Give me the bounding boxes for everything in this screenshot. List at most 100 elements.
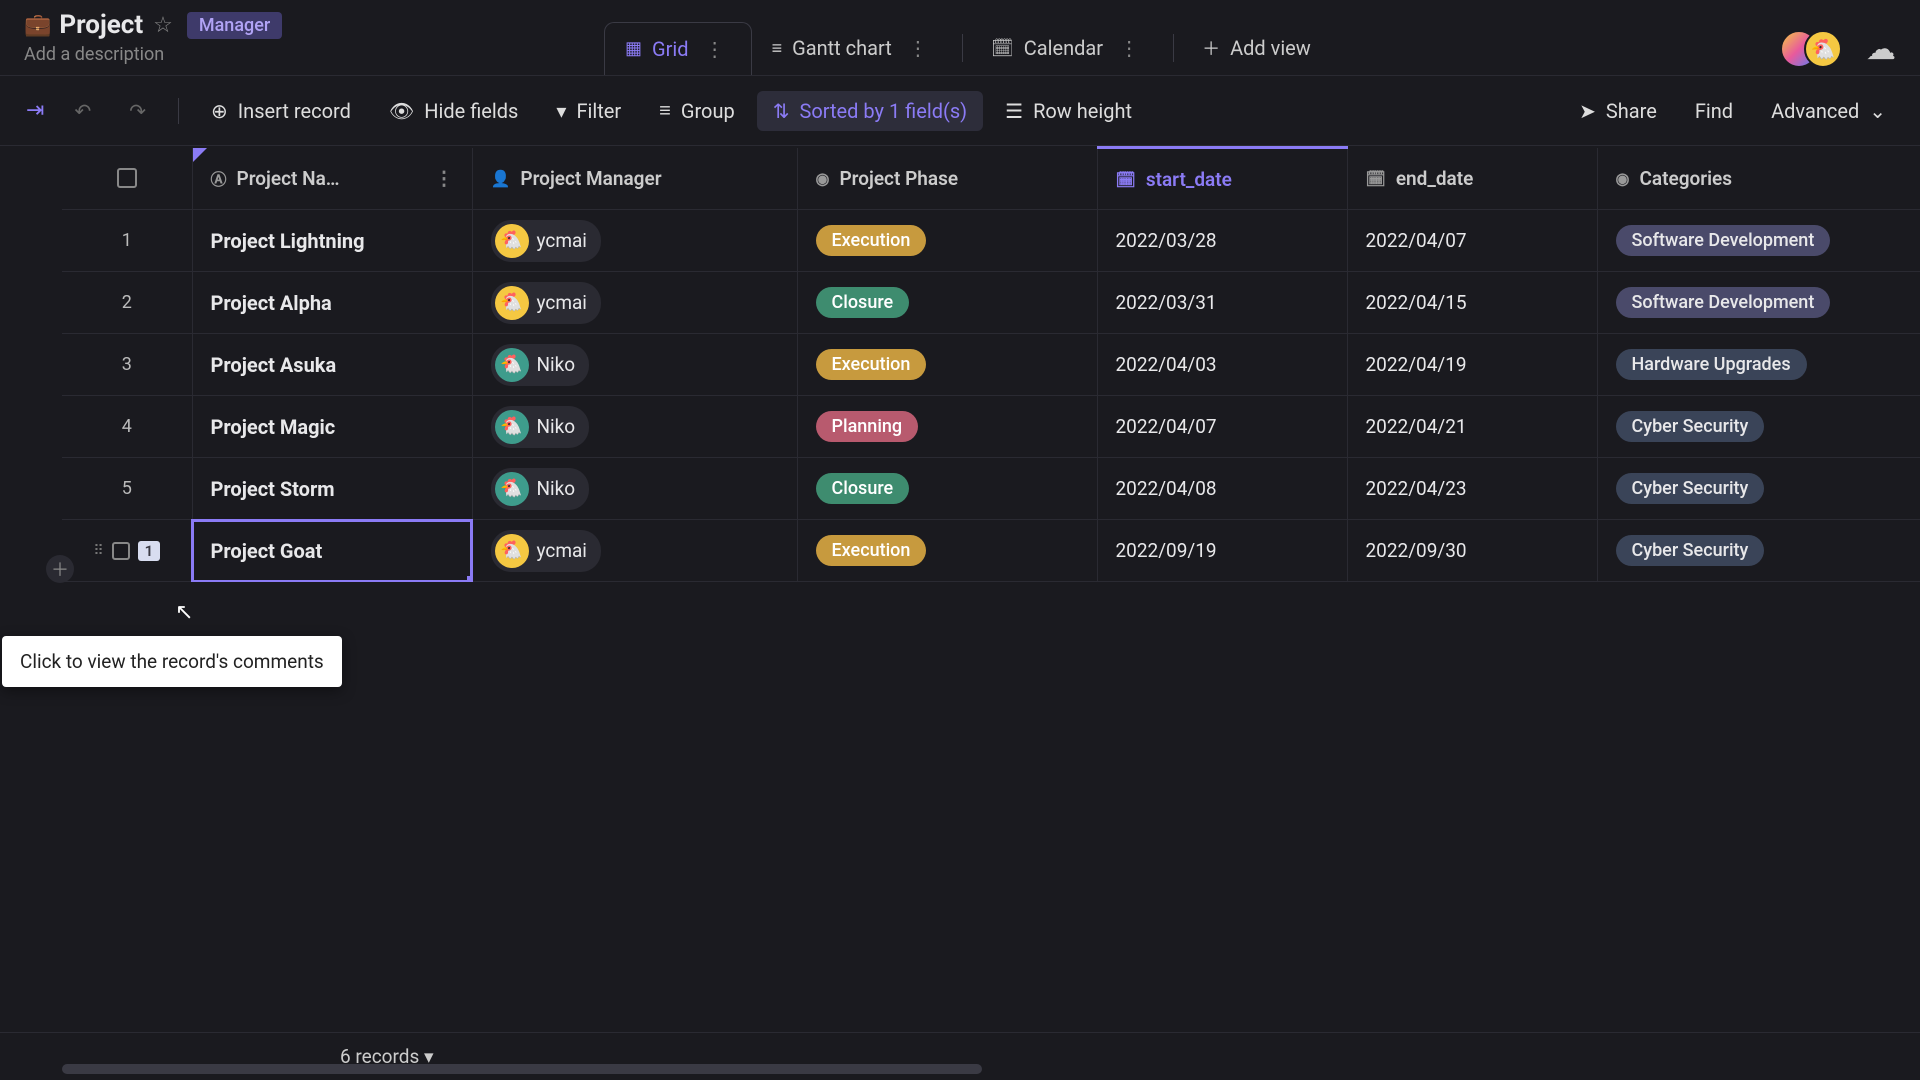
row-number-cell[interactable]: 4 xyxy=(62,396,192,458)
table-row[interactable]: 1Project Lightning🐔ycmai Execution 2022/03… xyxy=(62,210,1920,272)
phase-cell[interactable]: Execution xyxy=(797,520,1097,582)
tab-grid[interactable]: ▦ Grid ⋮ xyxy=(604,22,752,75)
phase-cell[interactable]: Planning xyxy=(797,396,1097,458)
column-header-phase[interactable]: ◉Project Phase xyxy=(797,148,1097,210)
category-cell[interactable]: Cyber Security xyxy=(1597,396,1920,458)
row-checkbox[interactable] xyxy=(112,542,130,560)
row-number-cell[interactable]: ⠿1 xyxy=(62,520,192,582)
manager-cell[interactable]: 🐔ycmai xyxy=(472,520,797,582)
end-date-cell[interactable]: 2022/04/19 xyxy=(1347,334,1597,396)
category-cell[interactable]: Software Development xyxy=(1597,210,1920,272)
gantt-icon: ≡ xyxy=(772,38,783,59)
end-date-cell[interactable]: 2022/04/23 xyxy=(1347,458,1597,520)
sort-button[interactable]: ⇅ Sorted by 1 field(s) xyxy=(757,91,983,131)
select-icon: ◉ xyxy=(1616,169,1630,188)
select-all-header[interactable] xyxy=(62,148,192,210)
table-row[interactable]: ⠿1Project Goat🐔ycmaiExecution2022/09/192… xyxy=(62,520,1920,582)
group-button[interactable]: ≡ Group xyxy=(643,90,751,131)
filter-button[interactable]: ▾ Filter xyxy=(540,91,637,131)
start-date-cell[interactable]: 2022/04/07 xyxy=(1097,396,1347,458)
insert-record-button[interactable]: ⊕ Insert record xyxy=(195,91,367,131)
find-button[interactable]: Find xyxy=(1679,91,1749,131)
toolbar-label: Advanced xyxy=(1771,99,1859,123)
manager-cell[interactable]: 🐔ycmai xyxy=(472,210,797,272)
manager-cell[interactable]: 🐔Niko xyxy=(472,396,797,458)
end-date-cell[interactable]: 2022/04/21 xyxy=(1347,396,1597,458)
end-date-cell[interactable]: 2022/09/30 xyxy=(1347,520,1597,582)
end-date-cell[interactable]: 2022/04/07 xyxy=(1347,210,1597,272)
column-label: start_date xyxy=(1146,168,1232,191)
calendar-icon: 🗓 xyxy=(991,38,1014,59)
column-label: Project Manager xyxy=(520,167,661,190)
start-date-cell[interactable]: 2022/04/08 xyxy=(1097,458,1347,520)
horizontal-scrollbar[interactable] xyxy=(62,1064,982,1074)
avatar: 🐔 xyxy=(495,286,529,320)
row-number-cell[interactable]: 5 xyxy=(62,458,192,520)
manager-name: ycmai xyxy=(537,539,587,562)
table-row[interactable]: 3Project Asuka🐔NikoExecution2022/04/0320… xyxy=(62,334,1920,396)
project-name-cell[interactable]: Project Alpha xyxy=(192,272,472,334)
start-date-cell[interactable]: 2022/03/31 xyxy=(1097,272,1347,334)
column-header-categories[interactable]: ◉Categories xyxy=(1597,148,1920,210)
advanced-button[interactable]: Advanced ⌄ xyxy=(1755,91,1902,131)
tab-gantt[interactable]: ≡ Gantt chart ⋮ xyxy=(752,22,954,74)
undo-button[interactable]: ↶ xyxy=(58,91,107,131)
category-cell[interactable]: Hardware Upgrades xyxy=(1597,334,1920,396)
category-pill: Software Development xyxy=(1616,225,1831,256)
comment-count-badge[interactable]: 1 xyxy=(138,541,161,561)
manager-name: ycmai xyxy=(537,291,587,314)
tab-menu-icon[interactable]: ⋮ xyxy=(902,36,934,60)
checkbox-icon[interactable] xyxy=(117,168,137,188)
column-header-end-date[interactable]: 🗓end_date xyxy=(1347,148,1597,210)
cursor-icon: ↖ xyxy=(175,600,193,625)
table-row[interactable]: 4Project Magic🐔NikoPlanning2022/04/07202… xyxy=(62,396,1920,458)
expand-sidebar-icon[interactable]: ⇥ xyxy=(18,94,52,127)
row-number-cell[interactable]: 3 xyxy=(62,334,192,396)
end-date-cell[interactable]: 2022/04/15 xyxy=(1347,272,1597,334)
row-height-button[interactable]: ☰ Row height xyxy=(989,91,1148,131)
tab-calendar[interactable]: 🗓 Calendar ⋮ xyxy=(971,22,1165,74)
start-date-cell[interactable]: 2022/09/19 xyxy=(1097,520,1347,582)
cloud-sync-icon[interactable]: ☁ xyxy=(1866,32,1896,67)
manager-cell[interactable]: 🐔Niko xyxy=(472,334,797,396)
toolbar-label: Share xyxy=(1606,99,1657,123)
manager-cell[interactable]: 🐔Niko xyxy=(472,458,797,520)
drag-handle-icon[interactable]: ⠿ xyxy=(93,543,103,559)
phase-cell[interactable]: Closure xyxy=(797,458,1097,520)
column-header-manager[interactable]: 👤Project Manager xyxy=(472,148,797,210)
star-icon[interactable]: ☆ xyxy=(153,13,173,38)
add-row-button[interactable]: ＋ xyxy=(46,555,74,583)
project-name-cell[interactable]: Project Lightning xyxy=(192,210,472,272)
tab-add-view[interactable]: ＋ Add view xyxy=(1182,21,1331,75)
project-name-cell[interactable]: Project Asuka xyxy=(192,334,472,396)
phase-pill: Execution xyxy=(816,225,927,256)
redo-button[interactable]: ↷ xyxy=(113,91,162,131)
collaborator-avatars[interactable]: 🐔 xyxy=(1780,30,1842,68)
row-number-cell[interactable]: 2 xyxy=(62,272,192,334)
table-row[interactable]: 5Project Storm🐔NikoClosure2022/04/082022… xyxy=(62,458,1920,520)
project-name-cell[interactable]: Project Magic xyxy=(192,396,472,458)
column-header-start-date[interactable]: 🗓start_date xyxy=(1097,148,1347,210)
primary-field-indicator xyxy=(193,148,207,162)
category-cell[interactable]: Cyber Security xyxy=(1597,520,1920,582)
row-number-cell[interactable]: 1 xyxy=(62,210,192,272)
share-button[interactable]: ➤ Share xyxy=(1563,91,1673,131)
tab-menu-icon[interactable]: ⋮ xyxy=(1113,36,1145,60)
page-title[interactable]: Project xyxy=(59,10,143,40)
category-cell[interactable]: Software Development xyxy=(1597,272,1920,334)
column-menu-icon[interactable]: ⋮ xyxy=(435,167,454,190)
start-date-cell[interactable]: 2022/03/28 xyxy=(1097,210,1347,272)
tab-menu-icon[interactable]: ⋮ xyxy=(699,37,731,61)
manager-cell[interactable]: 🐔 ycmai xyxy=(472,272,797,334)
project-name-cell[interactable]: Project Goat xyxy=(192,520,472,582)
phase-cell[interactable]: Execution xyxy=(797,334,1097,396)
hide-fields-button[interactable]: 👁 Hide fields xyxy=(373,91,535,131)
column-header-name[interactable]: ⒶProject Na…⋮ xyxy=(192,148,472,210)
phase-cell[interactable]: Closure xyxy=(797,272,1097,334)
avatar: 🐔 xyxy=(1804,30,1842,68)
start-date-cell[interactable]: 2022/04/03 xyxy=(1097,334,1347,396)
project-name-cell[interactable]: Project Storm xyxy=(192,458,472,520)
phase-cell[interactable]: Execution xyxy=(797,210,1097,272)
table-row[interactable]: 2Project Alpha 🐔 ycmai Closure2022/03/31202… xyxy=(62,272,1920,334)
category-cell[interactable]: Cyber Security xyxy=(1597,458,1920,520)
